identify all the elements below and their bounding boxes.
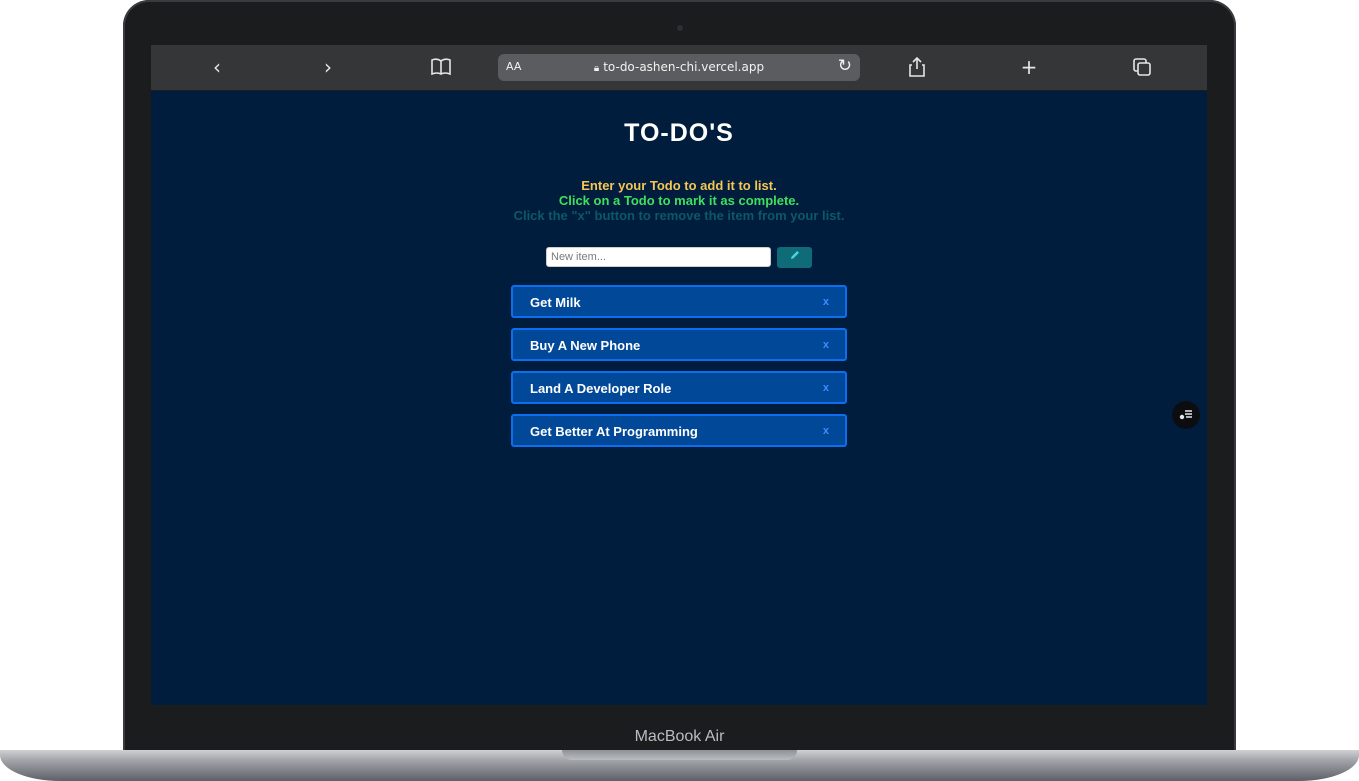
reload-icon[interactable]: ↻	[838, 56, 852, 76]
menu-icon[interactable]	[1172, 401, 1200, 429]
todo-label[interactable]: Land A Developer Role	[530, 381, 671, 396]
chevron-right-icon[interactable]: ›	[313, 53, 343, 81]
todo-list: Get Milk x Buy A New Phone x Land A Deve…	[511, 285, 847, 457]
todo-item[interactable]: Get Better At Programming x	[511, 414, 847, 447]
remove-button[interactable]: x	[823, 382, 829, 394]
instruction-remove: Click the "x" button to remove the item …	[513, 208, 845, 223]
address-bar[interactable]: AA 🔒︎ to-do-ashen-chi.vercel.app ↻	[498, 54, 860, 81]
remove-button[interactable]: x	[823, 339, 829, 351]
book-icon[interactable]	[426, 53, 456, 81]
todo-item[interactable]: Buy A New Phone x	[511, 328, 847, 361]
lock-icon: 🔒︎	[593, 63, 600, 74]
instruction-complete: Click on a Todo to mark it as complete.	[558, 193, 800, 208]
safari-toolbar: ‹ › AA 🔒︎ to-do-ashen-chi.vercel.app ↻ +	[151, 45, 1207, 91]
todo-label[interactable]: Get Milk	[530, 295, 581, 310]
camera	[677, 25, 683, 31]
todo-item[interactable]: Get Milk x	[511, 285, 847, 318]
remove-button[interactable]: x	[823, 425, 829, 437]
todo-label[interactable]: Buy A New Phone	[530, 338, 640, 353]
add-item-button[interactable]	[777, 247, 812, 268]
share-icon[interactable]	[902, 53, 932, 81]
url-text: to-do-ashen-chi.vercel.app	[603, 60, 765, 74]
device-label: MacBook Air	[634, 728, 725, 745]
page-title: TO-DO'S	[624, 119, 734, 147]
new-item-input[interactable]	[546, 247, 771, 267]
pencil-icon	[790, 251, 799, 259]
tabs-icon[interactable]	[1127, 53, 1157, 81]
todo-label[interactable]: Get Better At Programming	[530, 424, 698, 439]
browser-screen: ‹ › AA 🔒︎to-do-ashen-chi.vercel.app ↻ +	[151, 45, 1207, 705]
instruction-add: Enter your Todo to add it to list.	[581, 178, 777, 193]
todo-item[interactable]: Land A Developer Role x	[511, 371, 847, 404]
laptop-notch	[562, 750, 797, 760]
plus-icon[interactable]: +	[1014, 53, 1044, 81]
chevron-left-icon[interactable]: ‹	[202, 53, 232, 81]
remove-button[interactable]: x	[823, 296, 829, 308]
